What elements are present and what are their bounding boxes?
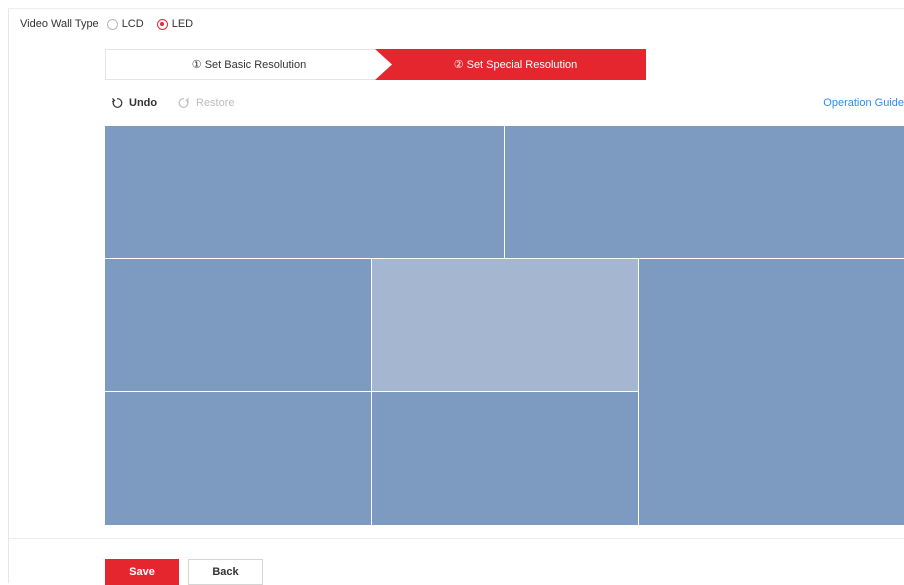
restore-label: Restore [196, 97, 235, 109]
save-button[interactable]: Save [105, 559, 179, 585]
undo-icon [111, 97, 123, 108]
step-set-basic-resolution[interactable]: ① Set Basic Resolution [105, 49, 392, 80]
wall-panel-1[interactable] [105, 126, 504, 258]
save-label: Save [129, 566, 155, 578]
undo-button[interactable]: Undo [111, 97, 157, 109]
radio-led-circle[interactable] [156, 18, 168, 30]
wall-panel-3[interactable] [105, 259, 371, 391]
footer-divider [9, 538, 904, 539]
video-wall-canvas[interactable] [105, 126, 904, 525]
video-wall-type-row: Video Wall Type LCD LED [20, 17, 206, 31]
resolution-steps: ① Set Basic Resolution ② Set Special Res… [105, 49, 646, 80]
radio-lcd-circle[interactable] [106, 18, 118, 30]
restore-button[interactable]: Restore [178, 97, 235, 109]
content-left-border [8, 8, 9, 583]
wall-panel-7[interactable] [372, 392, 638, 525]
wall-panel-2[interactable] [505, 126, 904, 258]
video-wall-type-label: Video Wall Type [20, 18, 99, 30]
radio-lcd-label: LCD [121, 18, 144, 30]
wall-panel-5[interactable] [639, 259, 904, 525]
radio-lcd[interactable]: LCD [106, 18, 144, 30]
wall-panel-6[interactable] [105, 392, 371, 525]
wall-panel-4-selected[interactable] [372, 259, 638, 391]
restore-icon [178, 97, 190, 108]
step-set-special-resolution[interactable]: ② Set Special Resolution [375, 49, 646, 80]
radio-led[interactable]: LED [156, 18, 194, 30]
wall-toolbar: Undo Restore Operation Guide [111, 97, 904, 113]
back-button[interactable]: Back [188, 559, 263, 585]
content-top-border [8, 8, 904, 9]
step-1-label: ① Set Basic Resolution [191, 59, 307, 71]
step-2-label: ② Set Special Resolution [453, 59, 578, 71]
operation-guide-link[interactable]: Operation Guide [823, 97, 904, 109]
radio-led-label: LED [171, 18, 194, 30]
back-label: Back [212, 566, 239, 578]
undo-label: Undo [129, 97, 158, 109]
